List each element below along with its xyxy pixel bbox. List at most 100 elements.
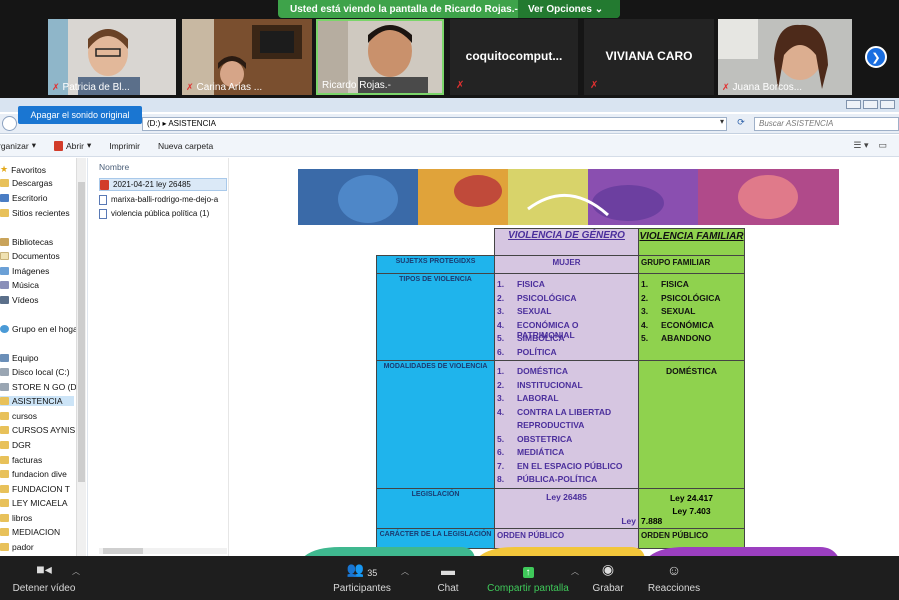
nav-folder[interactable]: pador xyxy=(0,542,34,552)
muted-mic-icon: ✗ xyxy=(186,82,194,92)
search-input[interactable]: Buscar ASISTENCIA xyxy=(754,117,899,131)
share-banner-text: Usted está viendo la pantalla de Ricardo… xyxy=(290,3,518,15)
minimize-button[interactable] xyxy=(846,100,861,109)
nav-folder[interactable]: CURSOS AYNIS xyxy=(0,425,75,435)
share-screen-button[interactable]: ↑ Compartir pantalla xyxy=(485,562,571,594)
new-folder-button[interactable]: Nueva carpeta xyxy=(158,141,213,151)
participant-tile[interactable]: ✗ Patricia de Bl... xyxy=(48,19,176,95)
nav-folder[interactable]: fundacion dive xyxy=(0,469,67,479)
nav-videos[interactable]: Vídeos xyxy=(0,295,38,305)
next-page-button[interactable]: ❯ xyxy=(865,46,887,68)
nav-folder[interactable]: MEDIACION xyxy=(0,527,60,537)
participant-name: Ricardo Rojas.- xyxy=(322,80,391,91)
reactions-button[interactable]: ☺ Reacciones xyxy=(644,562,704,594)
nav-local-disk[interactable]: Disco local (C:) xyxy=(0,367,70,377)
cell-caracter-genero: ORDEN PÚBLICO xyxy=(494,527,639,549)
close-button[interactable] xyxy=(880,100,895,109)
address-field[interactable]: (D:) ▸ ASISTENCIA xyxy=(142,117,727,131)
mute-original-sound-button[interactable]: Apagar el sonido original xyxy=(18,106,142,124)
file-item[interactable]: violencia pública política (1) xyxy=(99,207,227,220)
list-item: 1. FISICA xyxy=(497,279,545,289)
view-options-label: Ver Opciones xyxy=(528,3,592,15)
scrollbar-thumb[interactable] xyxy=(103,548,143,554)
participant-tile-active-speaker[interactable]: Ricardo Rojas.- xyxy=(316,19,444,95)
share-arrow-icon: ↑ xyxy=(522,567,534,578)
maximize-button[interactable] xyxy=(863,100,878,109)
scrollbar-thumb[interactable] xyxy=(78,182,85,482)
smiley-plus-icon: ☺ xyxy=(666,562,682,578)
library-icon xyxy=(0,238,9,246)
participant-name: Carina Arias ... xyxy=(196,82,263,93)
music-icon xyxy=(0,281,9,289)
nav-favorites[interactable]: ★ Favoritos xyxy=(0,164,46,175)
folder-icon xyxy=(0,209,9,217)
open-button[interactable]: Abrir ▾ xyxy=(54,140,91,151)
view-options-icon[interactable]: ☰ ▾ xyxy=(853,140,868,151)
nav-computer[interactable]: Equipo xyxy=(0,353,38,363)
chat-label: Chat xyxy=(437,583,459,594)
organize-button[interactable]: rganizar ▾ xyxy=(0,140,36,151)
list-item: 4. CONTRA LA LIBERTAD xyxy=(497,406,612,417)
chevron-up-icon[interactable]: ︿ xyxy=(72,566,80,577)
chat-bubble-icon: ▬ xyxy=(441,562,455,578)
stop-video-button[interactable]: ■◂ Detener vídeo xyxy=(12,561,76,594)
back-button[interactable] xyxy=(2,116,17,131)
participant-tile[interactable]: coquitocomput... ✗ xyxy=(450,19,578,95)
participants-button[interactable]: 👥 35 Participantes xyxy=(330,561,394,594)
file-item-selected[interactable]: 2021-04-21 ley 26485 xyxy=(99,178,227,191)
nav-downloads[interactable]: Descargas xyxy=(0,178,53,188)
address-dropdown-icon[interactable]: ▾ xyxy=(720,117,724,126)
open-label: Abrir xyxy=(66,140,84,151)
document-preview: VIOLENCIA DE GÉNERO VIOLENCIA FAMILIAR S… xyxy=(230,158,899,556)
nav-folder[interactable]: libros xyxy=(0,513,32,523)
reactions-label: Reacciones xyxy=(647,583,701,594)
participant-tile[interactable]: ✗ Juana Borcos... xyxy=(718,19,852,95)
cell-legislacion-genero: Ley 26485 Ley xyxy=(494,487,639,529)
header-violencia-familiar: VIOLENCIA FAMILIAR xyxy=(638,228,745,256)
nav-folder[interactable]: FUNDACION T xyxy=(0,484,70,494)
nav-folder[interactable]: DGR xyxy=(0,440,31,450)
nav-homegroup[interactable]: Grupo en el hogar xyxy=(0,324,81,334)
print-button[interactable]: Imprimir xyxy=(109,141,140,151)
folder-icon xyxy=(0,426,9,434)
muted-mic-icon: ✗ xyxy=(590,80,599,91)
folder-icon xyxy=(0,470,9,478)
nav-folder[interactable]: LEY MICAELA xyxy=(0,498,68,508)
nav-desktop[interactable]: Escritorio xyxy=(0,193,47,203)
file-list: Nombre 2021-04-21 ley 26485 marixa-balli… xyxy=(89,158,229,556)
cell-tipos-familiar: 1. FISICA 2. PSICOLÓGICA 3. SEXUAL 4. ECONÓM… xyxy=(638,273,745,361)
decorative-wave-shape xyxy=(304,547,838,556)
record-icon: ◉ xyxy=(601,561,615,577)
list-item: 8. PÚBLICA-POLÍTICA xyxy=(497,474,598,484)
nav-folder[interactable]: facturas xyxy=(0,455,42,465)
record-button[interactable]: ◉ Grabar xyxy=(588,561,628,594)
chat-button[interactable]: ▬ Chat xyxy=(428,562,468,594)
pdf-icon xyxy=(100,179,109,190)
nav-folder[interactable]: cursos xyxy=(0,411,37,421)
chevron-up-icon[interactable]: ︿ xyxy=(401,566,409,577)
nav-recent-places[interactable]: Sitios recientes xyxy=(0,208,70,218)
nav-documents[interactable]: Documentos xyxy=(0,251,60,261)
participant-tile[interactable]: VIVIANA CARO ✗ xyxy=(584,19,714,95)
nav-scrollbar[interactable] xyxy=(76,158,86,556)
column-header-name[interactable]: Nombre xyxy=(99,162,129,172)
muted-mic-icon: ✗ xyxy=(52,82,60,92)
participant-tile[interactable]: ✗ Carina Arias ... xyxy=(182,19,312,95)
nav-usb-drive[interactable]: STORE N GO (D:) xyxy=(0,382,82,392)
list-item: 3. SEXUAL xyxy=(497,306,552,316)
chevron-up-icon[interactable]: ︿ xyxy=(571,566,579,577)
nav-music[interactable]: Música xyxy=(0,280,39,290)
refresh-icon[interactable]: ⟳ xyxy=(734,117,748,131)
file-item[interactable]: marixa-balli-rodrigo-me-dejo-a xyxy=(99,193,227,206)
nav-folder-asistencia[interactable]: ASISTENCIA xyxy=(0,396,74,406)
nav-libraries[interactable]: Bibliotecas xyxy=(0,237,53,247)
preview-pane-icon[interactable]: ▭ xyxy=(878,140,887,151)
row-label-tipos: TIPOS DE VIOLENCIA xyxy=(376,273,495,361)
cell-legislacion-familiar: Ley 24.417 Ley 7.403 7.888 xyxy=(638,487,745,529)
law-prefix: Ley xyxy=(621,515,636,526)
computer-icon xyxy=(0,354,9,362)
file-list-scrollbar[interactable] xyxy=(99,548,227,554)
list-item: 6. POLÍTICA xyxy=(497,346,557,357)
view-options-button[interactable]: Ver Opciones ⌄ xyxy=(518,0,620,18)
nav-pictures[interactable]: Imágenes xyxy=(0,266,49,276)
